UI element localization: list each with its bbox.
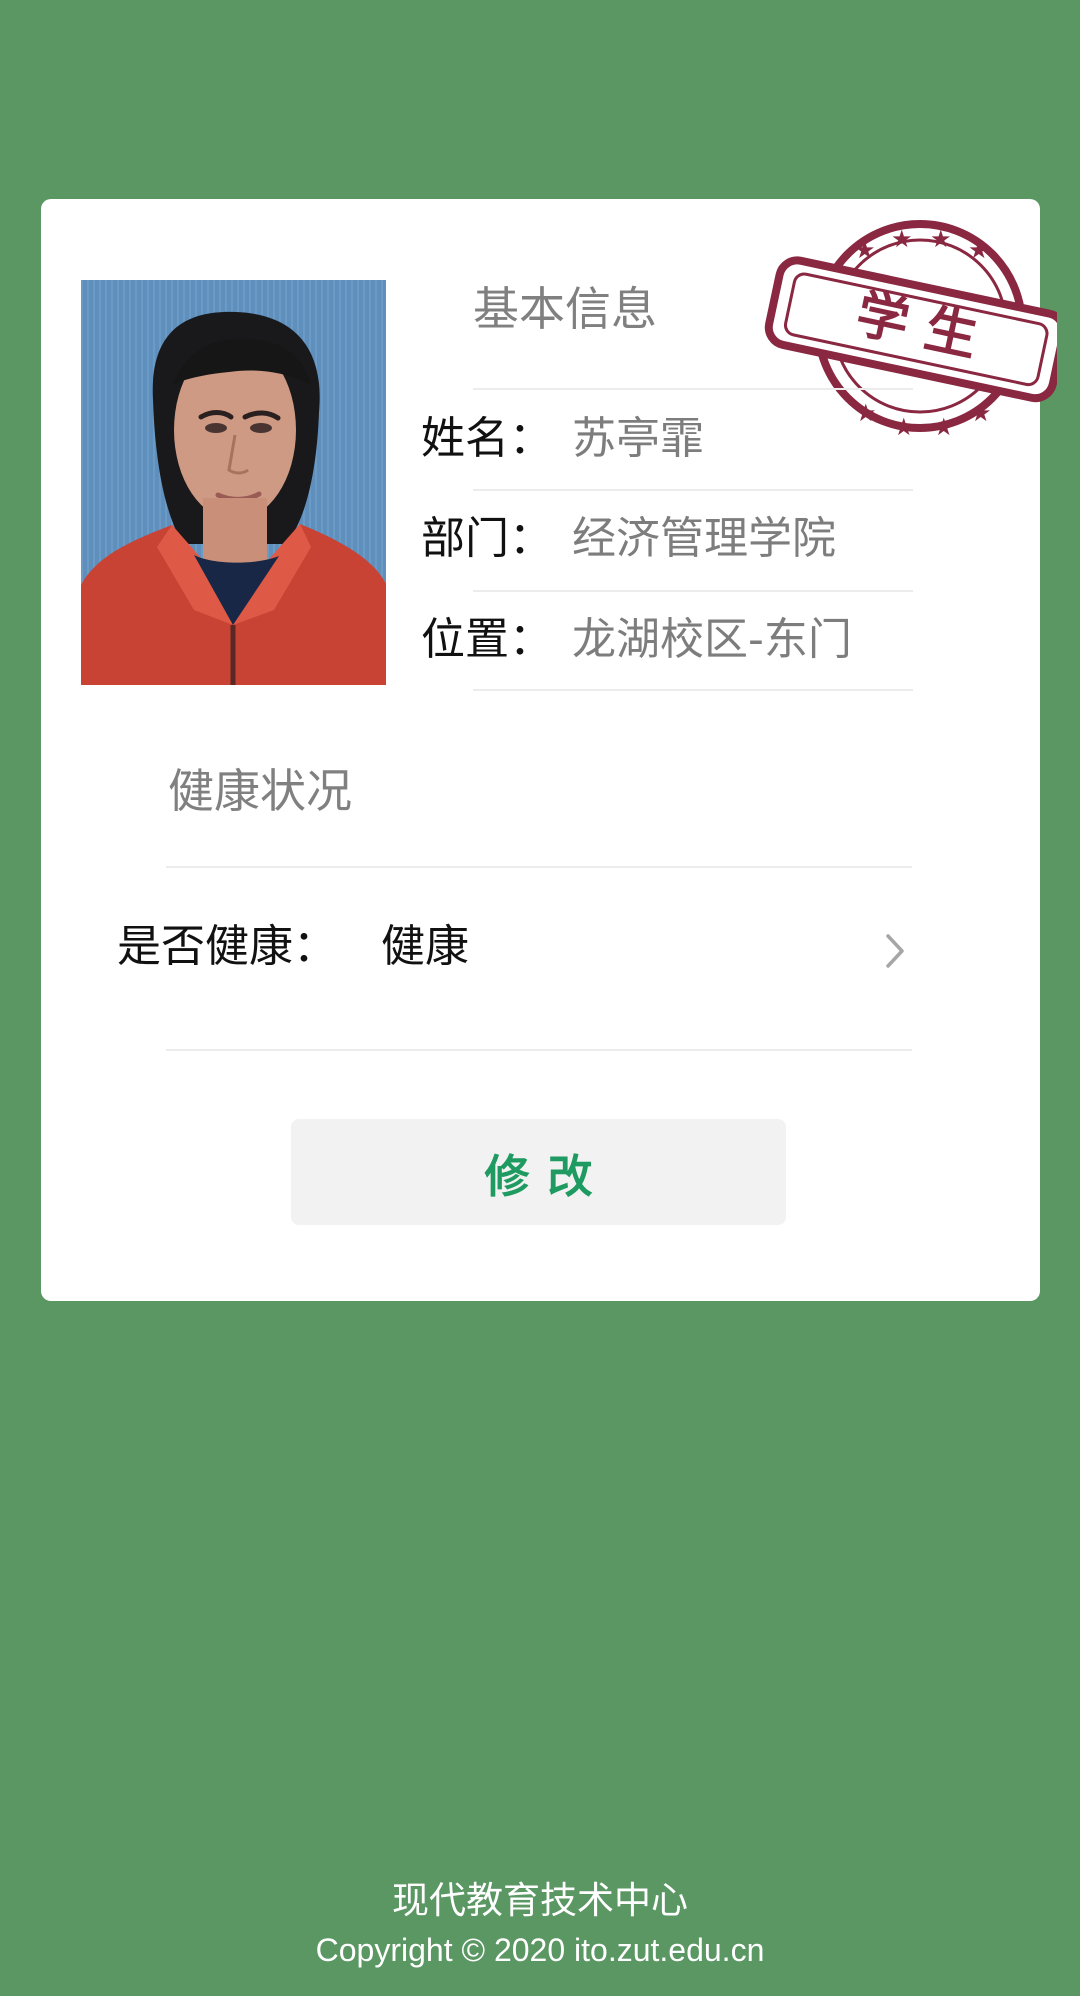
student-info-card: ★ ★ ★ ★ ★ ★ ★ ★ 学 生 基本信息 姓名： 苏亭霏 部门： 经济管… (41, 199, 1057, 1301)
department-value: 经济管理学院 (572, 513, 836, 564)
svg-text:★: ★ (970, 399, 992, 427)
stamp-text: 学 生 (851, 283, 983, 368)
svg-text:★: ★ (855, 399, 877, 427)
footer-title: 现代教育技术中心 (392, 1879, 688, 1922)
location-label: 位置： (421, 614, 553, 665)
health-status-label: 是否健康： (117, 921, 337, 972)
health-status-row[interactable]: 是否健康： 健康 (41, 889, 1040, 1011)
department-divider (473, 590, 913, 592)
health-status-value: 健康 (381, 921, 469, 972)
health-row-divider (166, 1049, 912, 1051)
footer-copyright: Copyright © 2020 ito.zut.edu.cn (315, 1932, 765, 1968)
svg-text:★: ★ (891, 225, 913, 253)
name-value: 苏亭霏 (572, 413, 704, 464)
location-divider (473, 689, 913, 691)
name-divider (473, 489, 913, 491)
basic-info-divider (473, 388, 913, 390)
location-value: 龙湖校区-东门 (572, 614, 852, 665)
health-status-title: 健康状况 (168, 764, 352, 818)
svg-text:★: ★ (933, 413, 955, 441)
basic-info-title: 基本信息 (473, 282, 657, 336)
svg-text:★: ★ (968, 236, 990, 264)
svg-text:★: ★ (854, 236, 876, 264)
chevron-right-icon (886, 934, 904, 968)
edit-button[interactable]: 修改 (291, 1119, 786, 1225)
name-label: 姓名： (421, 413, 553, 464)
department-label: 部门： (421, 513, 553, 564)
health-title-divider (166, 866, 912, 868)
profile-photo (81, 280, 386, 685)
svg-text:★: ★ (893, 413, 915, 441)
svg-text:★: ★ (930, 225, 952, 253)
student-stamp: ★ ★ ★ ★ ★ ★ ★ ★ 学 生 (764, 220, 1057, 441)
